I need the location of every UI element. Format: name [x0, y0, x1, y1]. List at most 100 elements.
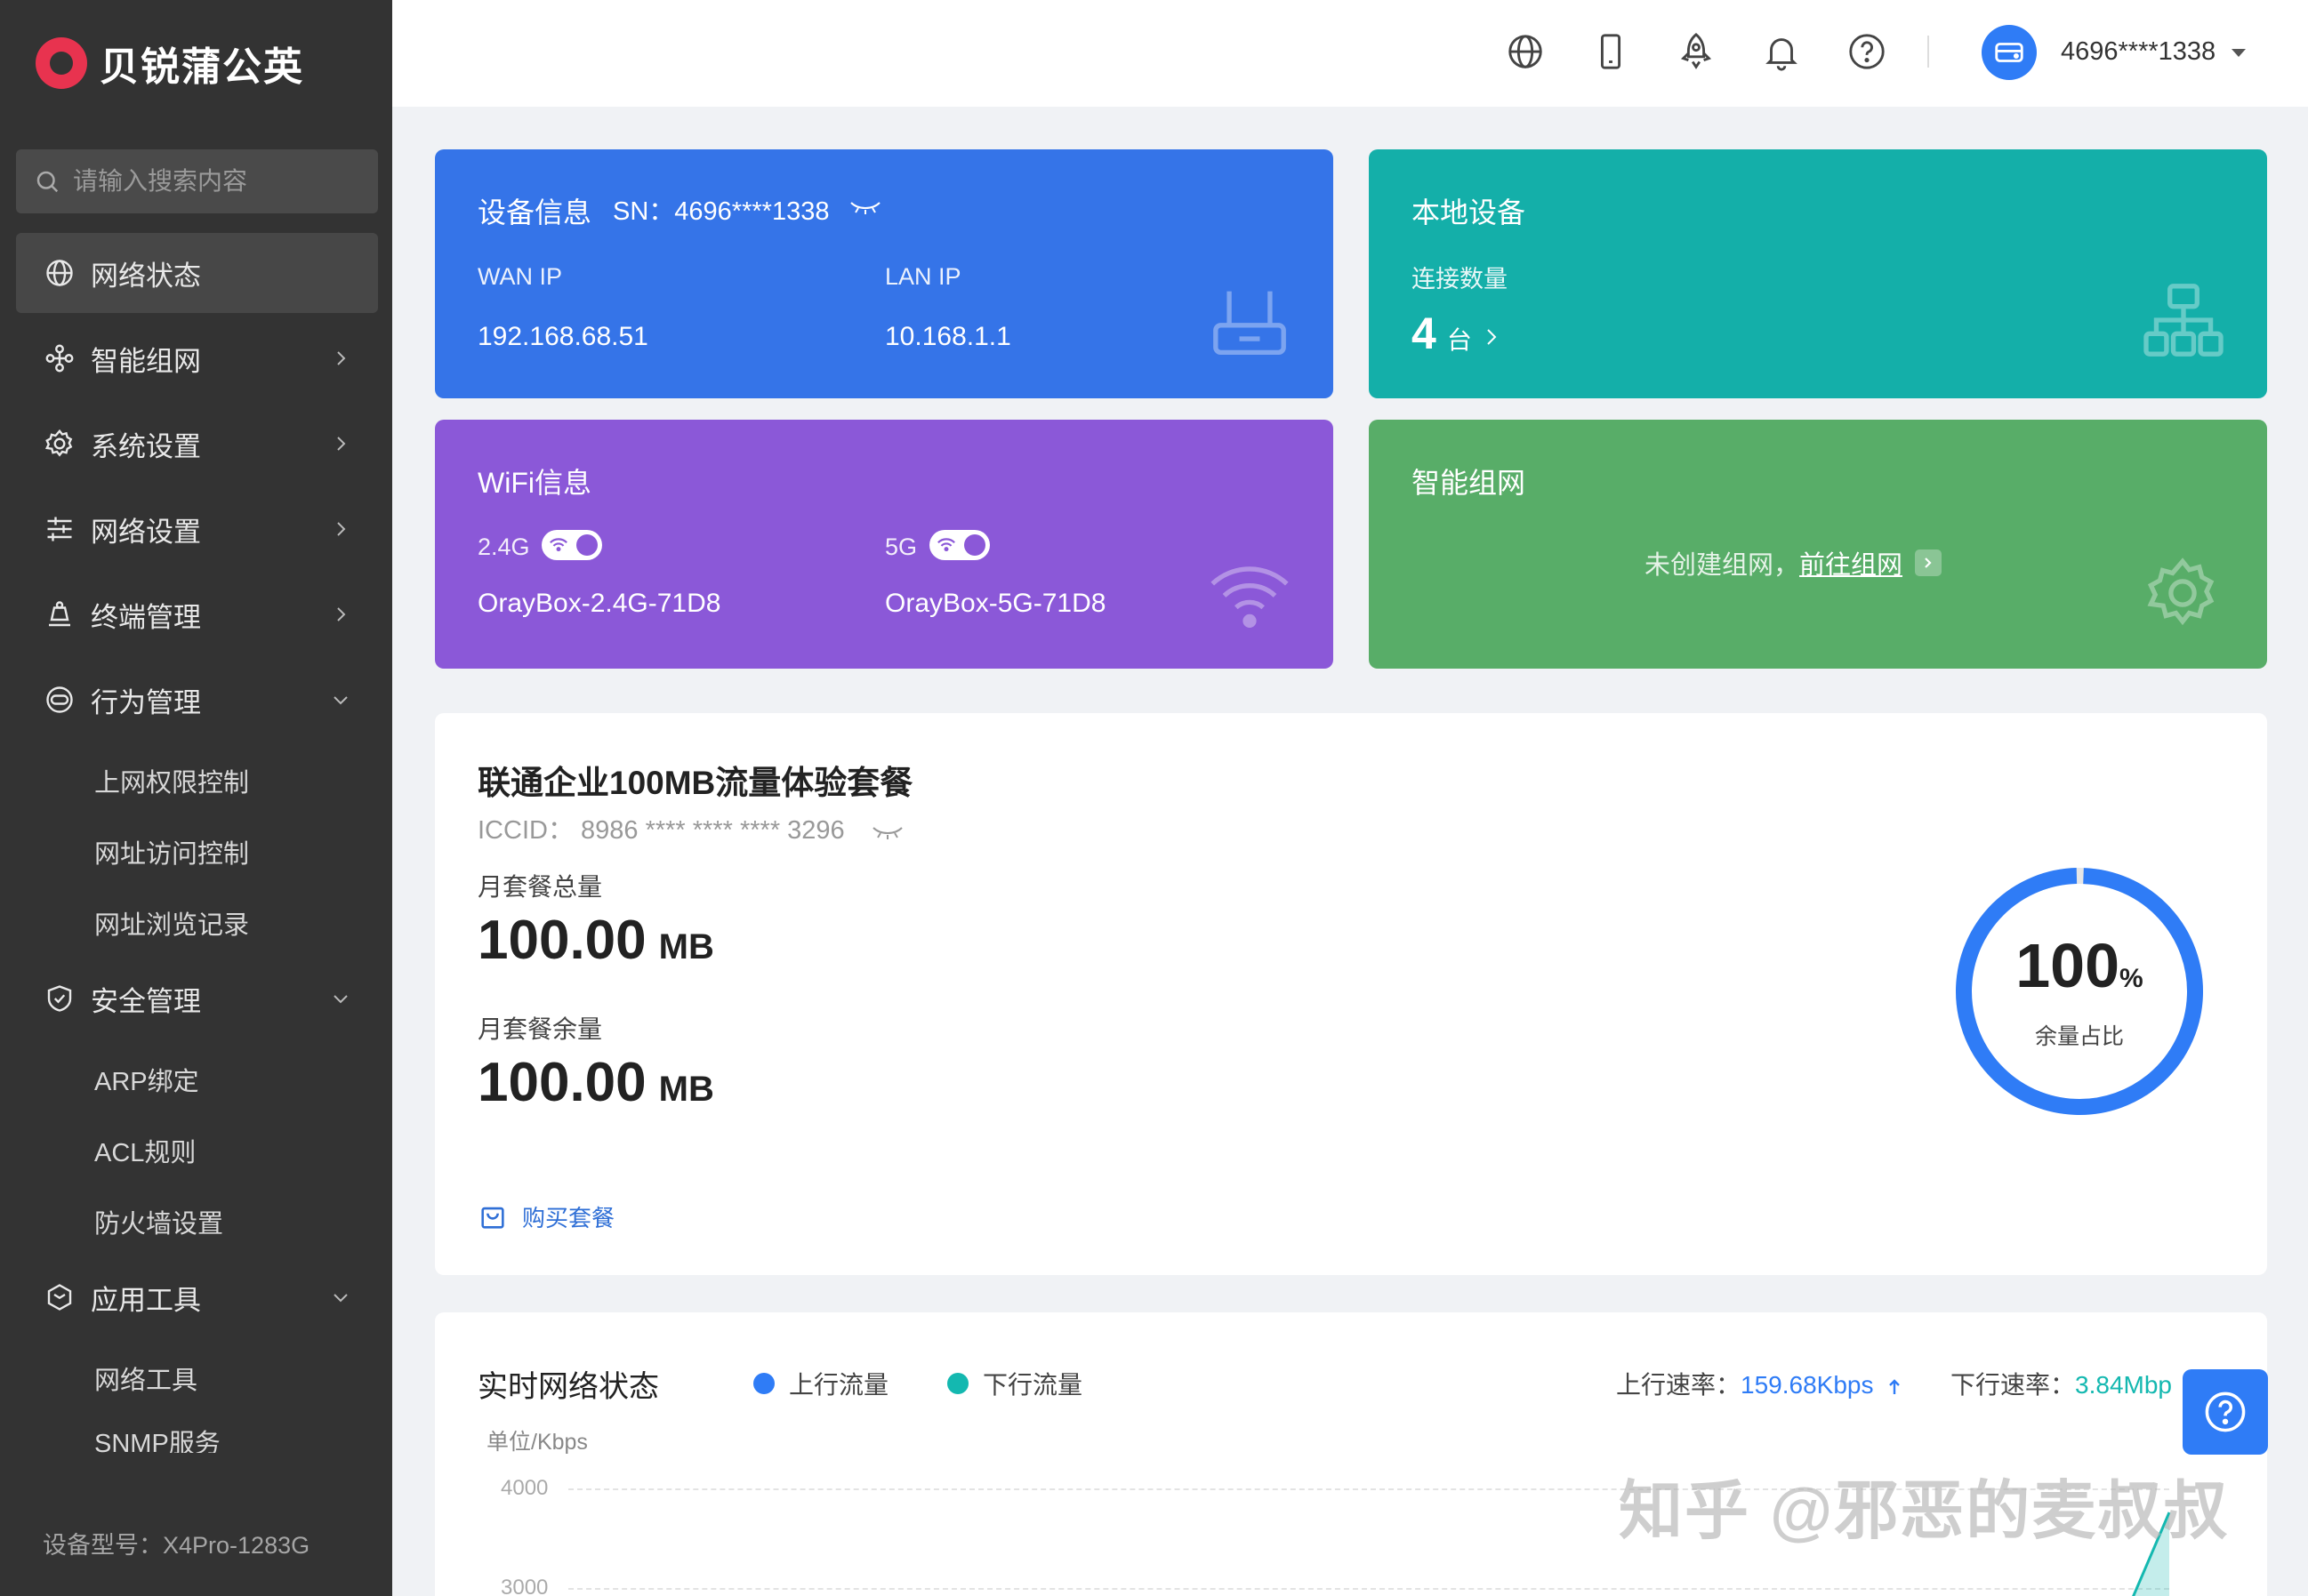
- help-icon: [2205, 1391, 2246, 1432]
- nav-sub-arp[interactable]: ARP绑定: [16, 1044, 378, 1115]
- nav-terminal-management[interactable]: 终端管理: [16, 574, 378, 654]
- wifi-24g-toggle[interactable]: [542, 530, 602, 560]
- nav-sub-url-access[interactable]: 网址访问控制: [16, 816, 378, 887]
- nav-label: 安全管理: [91, 985, 201, 1017]
- wifi-5g-toggle[interactable]: [929, 530, 990, 560]
- nav-app-tools[interactable]: 应用工具: [16, 1257, 378, 1337]
- mesh-empty-state: 未创建组网， 前往组网: [1645, 544, 1942, 581]
- go-create-mesh-link[interactable]: 前往组网: [1799, 544, 1902, 581]
- iccid: ICCID： 8986 **** **** **** 3296: [478, 809, 904, 846]
- download-dot: [947, 1373, 969, 1394]
- toggle-knob: [576, 534, 598, 556]
- nav-behavior-management[interactable]: 行为管理: [16, 660, 378, 740]
- mesh-empty-text: 未创建组网，: [1645, 551, 1800, 580]
- help-icon[interactable]: [1844, 28, 1890, 75]
- eye-closed-icon[interactable]: [849, 196, 881, 217]
- monthly-remaining-value: 100.00: [478, 1052, 647, 1113]
- nav-network-settings[interactable]: 网络设置: [16, 489, 378, 569]
- behavior-icon: [43, 683, 76, 717]
- watermark: 知乎 @邪恶的麦叔叔: [1619, 1476, 2230, 1547]
- legend-upload[interactable]: 上行流量: [753, 1366, 889, 1401]
- user-account-name[interactable]: 4696****1338: [2061, 37, 2216, 67]
- avatar[interactable]: [1982, 25, 2037, 80]
- chart-unit: 单位/Kbps: [487, 1430, 588, 1455]
- monthly-remaining-label: 月套餐余量: [478, 1015, 603, 1043]
- data-plan-panel: 联通企业100MB流量体验套餐 ICCID： 8986 **** **** **…: [435, 713, 2267, 1275]
- nav-security-management[interactable]: 安全管理: [16, 958, 378, 1039]
- chevron-right-icon: [1487, 329, 1497, 345]
- nav-system-settings[interactable]: 系统设置: [16, 404, 378, 484]
- brand-name: 贝锐蒲公英: [100, 45, 304, 89]
- buy-plan-button[interactable]: 购买套餐: [478, 1200, 615, 1233]
- wifi-info-card: WiFi信息 2.4G OrayBox-2.4G-71D8 5G OrayBox…: [435, 420, 1333, 669]
- wan-ip-value: 192.168.68.51: [478, 322, 648, 351]
- eye-closed-icon[interactable]: [872, 821, 904, 842]
- monthly-total-value: 100.00: [478, 910, 647, 971]
- nav-sub-url-history[interactable]: 网址浏览记录: [16, 887, 378, 958]
- upload-rate: 上行速率：159.68Kbps: [1616, 1366, 1902, 1401]
- connection-count-link[interactable]: 4 台: [1411, 308, 1500, 359]
- connection-count-label: 连接数量: [1411, 266, 1508, 293]
- floating-help-button[interactable]: [2183, 1369, 2268, 1455]
- caret-down-icon[interactable]: [2232, 49, 2246, 57]
- ssid-5g: OrayBox-5G-71D8: [885, 589, 1106, 618]
- connection-count-unit: 台: [1446, 326, 1472, 354]
- brand-logo[interactable]: 贝锐蒲公英: [36, 32, 304, 94]
- nav-sub-access-control[interactable]: 上网权限控制: [16, 745, 378, 816]
- mobile-icon[interactable]: [1588, 28, 1634, 75]
- chevron-down-icon: [334, 696, 348, 705]
- ring-percent-sign: %: [2119, 964, 2143, 993]
- device-model: 设备型号：X4Pro-1283G: [43, 1532, 310, 1559]
- bell-icon[interactable]: [1758, 28, 1805, 75]
- nav-label: 终端管理: [91, 601, 201, 633]
- ring-number: 100: [2015, 931, 2120, 1000]
- band-5g-label: 5G: [885, 533, 918, 560]
- connection-count: 4: [1411, 309, 1436, 358]
- arrow-up-icon: [1889, 1378, 1901, 1394]
- logo-icon: [36, 37, 87, 89]
- upload-rate-value: 159.68Kbps: [1741, 1371, 1874, 1399]
- toggle-knob: [964, 534, 985, 556]
- nav-label: 行为管理: [91, 686, 201, 718]
- nav-smart-mesh[interactable]: 智能组网: [16, 318, 378, 398]
- terminal-icon: [43, 597, 76, 631]
- ssid-24g: OrayBox-2.4G-71D8: [478, 589, 721, 618]
- smart-mesh-title: 智能组网: [1411, 467, 1526, 499]
- nav-network-status[interactable]: 网络状态: [16, 233, 378, 313]
- search-icon: [36, 171, 59, 193]
- local-devices-card: 本地设备 连接数量 4 台: [1369, 149, 2267, 398]
- download-rate-value: 3.84Mbp: [2075, 1371, 2172, 1399]
- y-tick-3000: 3000: [501, 1576, 549, 1596]
- realtime-network-panel: 实时网络状态 上行流量 下行流量 上行速率：159.68Kbps 下行速率：3.…: [435, 1312, 2267, 1596]
- remaining-ratio-ring: 100% 余量占比: [1950, 862, 2208, 1120]
- wifi-signal-icon: [1210, 566, 1289, 628]
- legend-download[interactable]: 下行流量: [947, 1366, 1082, 1401]
- gear-icon: [2147, 557, 2215, 626]
- language-globe-icon[interactable]: [1502, 28, 1548, 75]
- monthly-total: 100.00 MB: [478, 909, 714, 972]
- globe-icon: [43, 256, 76, 290]
- device-info-card: 设备信息 SN：4696****1338 WAN IP 192.168.68.5…: [435, 149, 1333, 398]
- lan-ip-value: 10.168.1.1: [885, 322, 1011, 351]
- shopping-bag-icon: [481, 1207, 504, 1229]
- arrow-right-icon[interactable]: [1915, 549, 1942, 576]
- wifi-info-title: WiFi信息: [478, 467, 591, 499]
- download-rate-label: 下行速率：: [1950, 1371, 2076, 1399]
- nav-sub-acl[interactable]: ACL规则: [16, 1115, 378, 1186]
- nav-sub-firewall[interactable]: 防火墙设置: [16, 1186, 378, 1257]
- device-icon: [1995, 43, 2023, 62]
- search-input[interactable]: [73, 167, 358, 196]
- search-box[interactable]: [16, 149, 378, 213]
- nav-label: 系统设置: [91, 430, 201, 462]
- sliders-icon: [43, 512, 76, 546]
- nav-sub-snmp[interactable]: SNMP服务: [16, 1414, 378, 1453]
- ring-value: 100%: [1950, 930, 2208, 1001]
- nav-label: 应用工具: [91, 1284, 201, 1316]
- nav-label: 网络设置: [91, 516, 201, 548]
- rocket-icon[interactable]: [1673, 28, 1719, 75]
- legend-download-label: 下行流量: [983, 1371, 1083, 1399]
- nav-label: 网络状态: [91, 260, 201, 292]
- y-tick-4000: 4000: [501, 1476, 549, 1500]
- chevron-right-icon: [337, 522, 346, 536]
- nav-sub-network-tools[interactable]: 网络工具: [16, 1343, 378, 1414]
